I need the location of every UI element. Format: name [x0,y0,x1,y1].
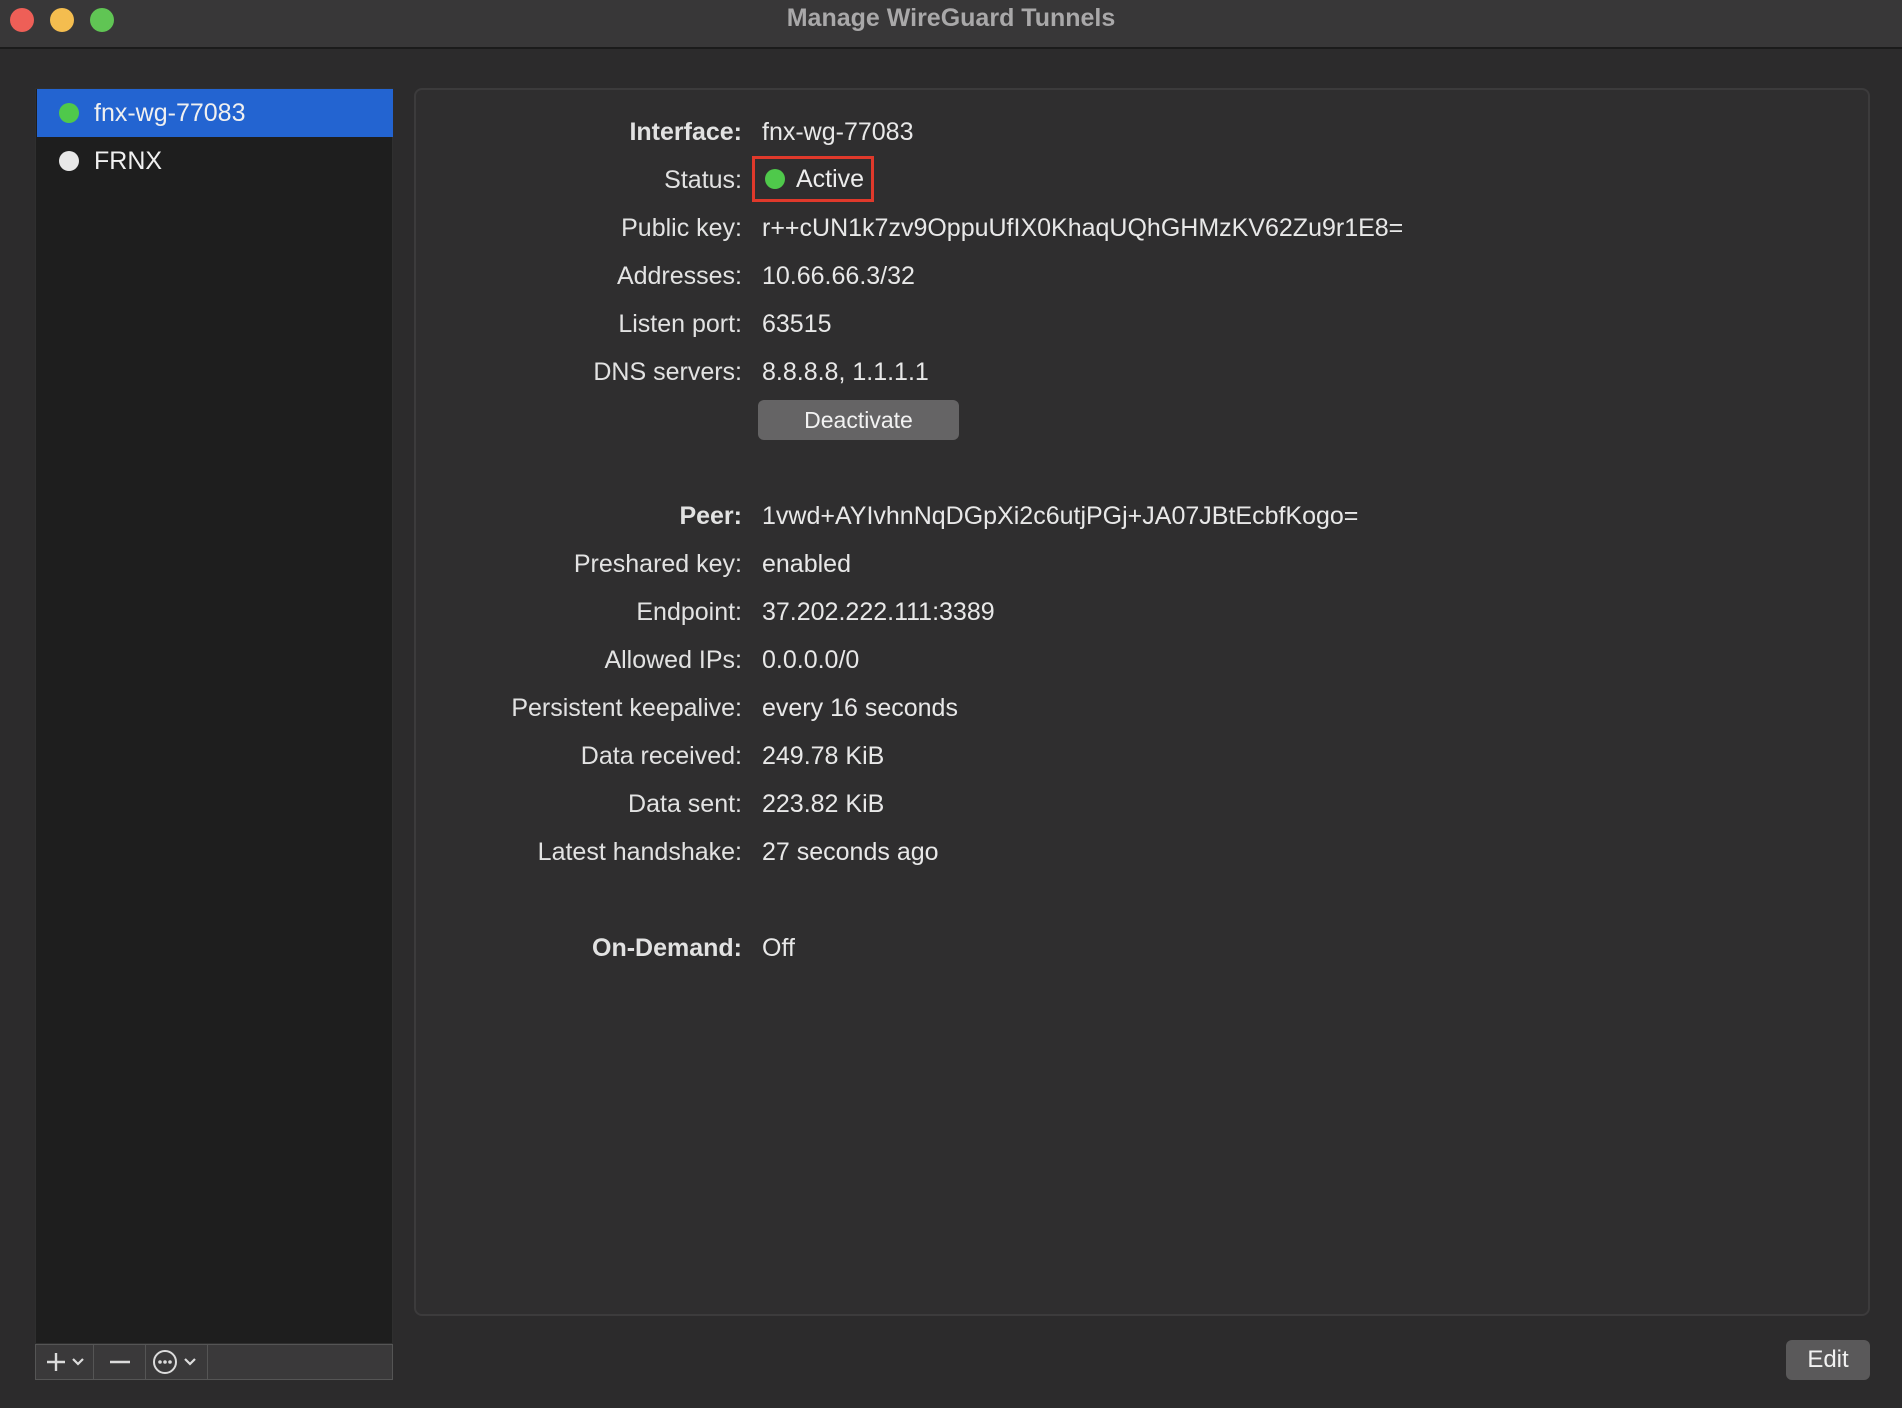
tunnel-item-frnx[interactable]: FRNX [37,137,393,185]
status-value: Active [796,164,865,193]
allowed-ips-value: 0.0.0.0/0 [762,646,860,674]
data-sent-row: Data sent: 223.82 KiB [416,790,1872,830]
addresses-label: Addresses: [616,262,742,290]
status-row: Status: Active [416,156,1872,206]
tunnel-name: FRNX [94,146,163,175]
latest-handshake-label: Latest handshake: [537,838,742,866]
deactivate-button[interactable]: Deactivate [758,400,959,440]
latest-handshake-value: 27 seconds ago [762,838,939,866]
preshared-key-label: Preshared key: [573,550,742,578]
data-sent-label: Data sent: [628,790,742,818]
data-received-value: 249.78 KiB [762,742,885,770]
dns-servers-value: 8.8.8.8, 1.1.1.1 [762,358,929,386]
minus-icon [109,1360,130,1364]
allowed-ips-row: Allowed IPs: 0.0.0.0/0 [416,646,1872,686]
status-inactive-icon [59,151,79,171]
edit-button[interactable]: Edit [1786,1340,1870,1380]
tunnel-actions-menu-button[interactable] [146,1345,208,1379]
status-highlight-box: Active [752,156,874,202]
tunnel-list: fnx-wg-77083 FRNX [35,88,393,1344]
allowed-ips-label: Allowed IPs: [604,646,742,674]
on-demand-row: On-Demand: Off [416,934,1872,974]
plus-chevron-icon [46,1353,84,1371]
tunnel-list-toolbar [35,1344,393,1380]
interface-row: Interface: fnx-wg-77083 [416,118,1872,158]
endpoint-label: Endpoint: [636,598,742,626]
tunnel-item-fnx-wg-77083[interactable]: fnx-wg-77083 [37,89,393,137]
listen-port-value: 63515 [762,310,832,338]
endpoint-row: Endpoint: 37.202.222.111:3389 [416,598,1872,638]
latest-handshake-row: Latest handshake: 27 seconds ago [416,838,1872,878]
dns-servers-label: DNS servers: [593,358,742,386]
dns-servers-row: DNS servers: 8.8.8.8, 1.1.1.1 [416,358,1872,398]
status-label: Status: [664,166,742,194]
persistent-keepalive-value: every 16 seconds [762,694,958,722]
window-title: Manage WireGuard Tunnels [786,4,1116,32]
remove-tunnel-button[interactable] [94,1345,146,1379]
preshared-key-value: enabled [762,550,851,578]
on-demand-label: On-Demand: [592,934,742,962]
persistent-keepalive-row: Persistent keepalive: every 16 seconds [416,694,1872,734]
status-active-icon [765,169,785,189]
listen-port-row: Listen port: 63515 [416,310,1872,350]
peer-value: 1vwd+AYIvhnNqDGpXi2c6utjPGj+JA07JBtEcbfK… [762,502,1359,530]
add-tunnel-button[interactable] [36,1345,94,1379]
data-sent-value: 223.82 KiB [762,790,885,818]
title-bar: Manage WireGuard Tunnels [0,0,1902,49]
addresses-row: Addresses: 10.66.66.3/32 [416,262,1872,302]
public-key-row: Public key: r++cUN1k7zv9OppuUfIX0KhaqUQh… [416,214,1872,254]
tunnel-name: fnx-wg-77083 [94,98,246,127]
app-window: Manage WireGuard Tunnels fnx-wg-77083 FR… [0,0,1902,1408]
listen-port-label: Listen port: [618,310,742,338]
data-received-label: Data received: [580,742,742,770]
preshared-key-row: Preshared key: enabled [416,550,1872,590]
interface-value: fnx-wg-77083 [762,118,914,146]
data-received-row: Data received: 249.78 KiB [416,742,1872,782]
status-active-icon [59,103,79,123]
endpoint-value: 37.202.222.111:3389 [762,598,995,626]
public-key-value: r++cUN1k7zv9OppuUfIX0KhaqUQhGHMzKV62Zu9r… [762,214,1404,242]
addresses-value: 10.66.66.3/32 [762,262,915,290]
peer-label: Peer: [679,502,742,530]
tunnel-detail-panel: Interface: fnx-wg-77083 Status: Active P… [414,88,1870,1316]
public-key-label: Public key: [621,214,742,242]
on-demand-value: Off [762,934,795,962]
persistent-keepalive-label: Persistent keepalive: [511,694,742,722]
interface-label: Interface: [629,118,742,146]
peer-row: Peer: 1vwd+AYIvhnNqDGpXi2c6utjPGj+JA07JB… [416,502,1872,542]
ellipsis-circle-chevron-icon [152,1350,196,1374]
